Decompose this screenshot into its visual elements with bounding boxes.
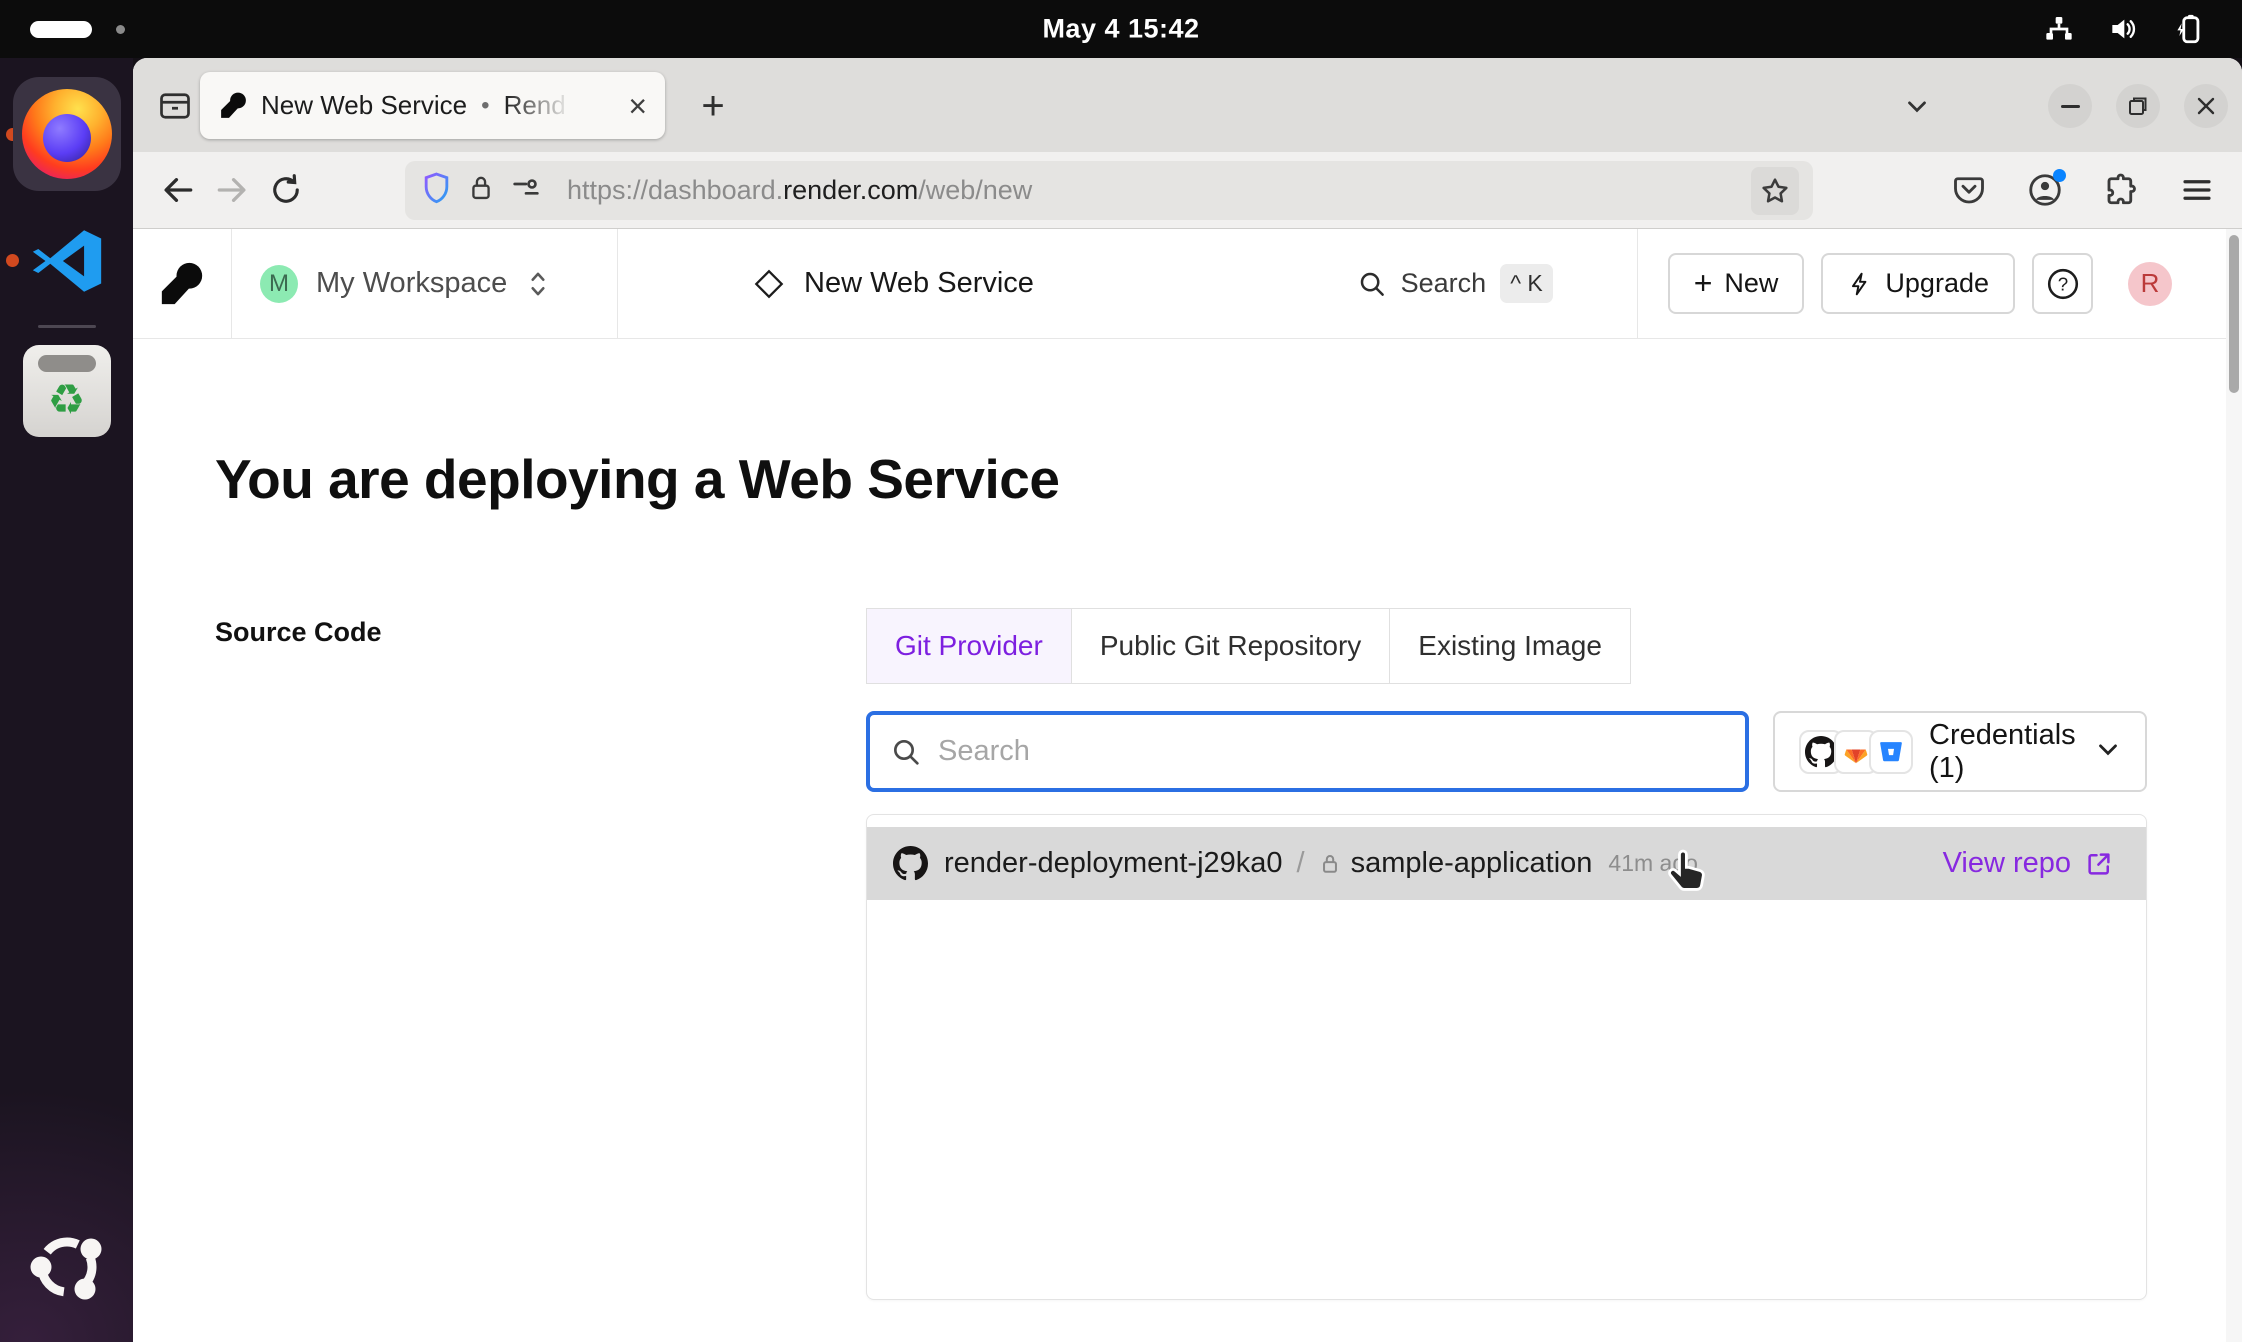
lightning-icon <box>1847 269 1873 299</box>
external-link-icon <box>2084 849 2114 879</box>
credentials-dropdown[interactable]: Credentials (1) <box>1773 711 2147 792</box>
battery-charging-icon[interactable] <box>2170 12 2206 46</box>
credentials-label: Credentials (1) <box>1929 719 2093 785</box>
menu-icon[interactable] <box>2174 167 2220 213</box>
workspace-chevron-icon <box>525 268 551 300</box>
close-button[interactable] <box>2184 84 2228 128</box>
source-tabs: Git Provider Public Git Repository Exist… <box>866 608 1631 684</box>
render-dashboard-page: M My Workspace New Web Service Search ^ … <box>133 229 2242 1342</box>
service-diamond-icon <box>754 269 784 299</box>
firefox-icon <box>22 89 112 179</box>
vscode-running-dot <box>6 254 19 267</box>
workspace-selector[interactable]: M My Workspace <box>231 229 617 338</box>
extensions-icon[interactable] <box>2098 167 2144 213</box>
system-bar: May 4 15:42 <box>0 0 2242 58</box>
network-icon[interactable] <box>2042 13 2076 45</box>
tab-title-truncated: Rend <box>504 90 578 121</box>
navigation-bar: https://dashboard.render.com/web/new <box>133 152 2242 229</box>
url-domain: render.com <box>783 175 918 205</box>
page-scrollbar <box>2226 229 2242 1342</box>
tracking-shield-icon[interactable] <box>421 171 452 210</box>
upgrade-button-label: Upgrade <box>1885 268 1989 299</box>
url-bar[interactable]: https://dashboard.render.com/web/new <box>405 161 1813 220</box>
app-header: M My Workspace New Web Service Search ^ … <box>133 229 2242 339</box>
dock-vscode[interactable] <box>21 215 113 307</box>
new-tab-button[interactable]: + <box>691 84 735 128</box>
account-notification-dot <box>2053 169 2066 182</box>
minimize-button[interactable] <box>2048 84 2092 128</box>
tab-close-icon[interactable]: × <box>628 90 647 122</box>
sidebar-toggle-icon[interactable] <box>153 84 197 128</box>
repo-owner: render-deployment-j29ka0 <box>944 847 1283 880</box>
credentials-chevron-icon <box>2093 734 2123 769</box>
tab-title: New Web Service <box>261 90 467 121</box>
workspace-indicator-dot <box>116 25 125 34</box>
repo-row[interactable]: render-deployment-j29ka0 / sample-applic… <box>867 827 2146 900</box>
tab-existing-image[interactable]: Existing Image <box>1390 609 1630 683</box>
firefox-window: New Web Service • Rend × + <box>133 58 2242 1342</box>
render-logo[interactable] <box>133 229 231 338</box>
view-repo-link[interactable]: View repo <box>1943 847 2114 880</box>
upgrade-button[interactable]: Upgrade <box>1821 253 2015 314</box>
new-button-label: New <box>1724 268 1778 299</box>
source-code-label: Source Code <box>215 617 382 648</box>
repo-search-input[interactable] <box>938 735 1725 768</box>
search-shortcut-badge: ^ K <box>1500 264 1553 303</box>
repo-separator: / <box>1297 847 1305 880</box>
recycle-icon: ♻ <box>48 379 86 421</box>
forward-icon[interactable] <box>209 167 255 213</box>
private-repo-lock-icon <box>1319 851 1341 877</box>
tab-public-git-repository[interactable]: Public Git Repository <box>1072 609 1390 683</box>
dock: ♻ <box>0 58 133 1342</box>
bitbucket-icon <box>1869 730 1913 774</box>
trash-lid <box>38 355 96 372</box>
dock-firefox[interactable] <box>13 77 121 191</box>
global-search[interactable]: Search ^ K <box>1357 264 1553 303</box>
tab-strip: New Web Service • Rend × + <box>133 58 2242 152</box>
tab-list-chevron-icon[interactable] <box>1895 84 1939 128</box>
repo-list-panel: render-deployment-j29ka0 / sample-applic… <box>866 814 2147 1300</box>
restore-button[interactable] <box>2116 84 2160 128</box>
repo-search-icon <box>890 736 922 768</box>
help-button[interactable]: ? <box>2032 253 2093 314</box>
back-icon[interactable] <box>155 167 201 213</box>
page-title: New Web Service <box>804 267 1034 300</box>
scrollbar-thumb[interactable] <box>2229 235 2239 393</box>
workspace-avatar: M <box>260 265 298 303</box>
repo-search-box <box>866 711 1749 792</box>
plus-icon: + <box>1694 265 1713 302</box>
tab-git-provider[interactable]: Git Provider <box>867 609 1072 683</box>
repo-updated: 41m ago <box>1608 850 1698 877</box>
vscode-icon <box>26 220 108 302</box>
workspace-indicator-pill[interactable] <box>30 21 92 38</box>
search-icon <box>1357 269 1387 299</box>
tab-separator: • <box>481 92 489 120</box>
repo-name: sample-application <box>1351 847 1593 880</box>
view-repo-label: View repo <box>1943 847 2071 880</box>
repo-github-icon <box>893 846 928 881</box>
url-prefix: https://dashboard. <box>567 175 783 205</box>
new-button[interactable]: + New <box>1668 253 1805 314</box>
render-favicon <box>220 92 247 119</box>
search-label: Search <box>1401 268 1487 299</box>
user-avatar[interactable]: R <box>2128 262 2172 306</box>
deploy-heading: You are deploying a Web Service <box>215 447 1059 511</box>
dock-trash[interactable]: ♻ <box>23 345 111 437</box>
question-glyph: ? <box>2057 273 2067 294</box>
browser-tab-active[interactable]: New Web Service • Rend × <box>200 72 665 139</box>
account-icon[interactable] <box>2022 167 2068 213</box>
bookmark-star-icon[interactable] <box>1751 167 1799 215</box>
permissions-icon[interactable] <box>510 172 542 209</box>
clock[interactable]: May 4 15:42 <box>1042 14 1199 45</box>
lock-icon[interactable] <box>467 172 495 209</box>
dock-divider <box>38 325 96 328</box>
volume-icon[interactable] <box>2106 13 2140 45</box>
ubuntu-logo[interactable] <box>25 1223 109 1312</box>
url-text: https://dashboard.render.com/web/new <box>567 175 1032 206</box>
pocket-icon[interactable] <box>1946 167 1992 213</box>
workspace-name: My Workspace <box>316 267 507 300</box>
url-path: /web/new <box>918 175 1032 205</box>
reload-icon[interactable] <box>263 167 309 213</box>
